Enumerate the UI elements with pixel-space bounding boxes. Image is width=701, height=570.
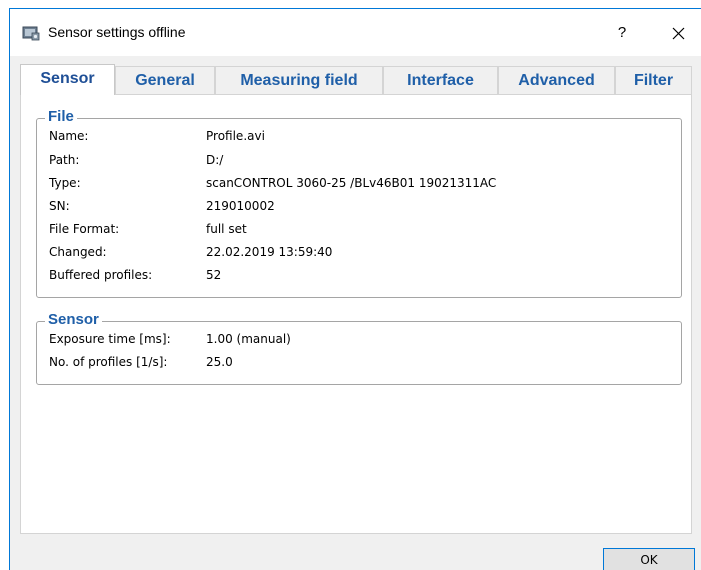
row-value: full set bbox=[206, 222, 247, 236]
row-label: Path: bbox=[49, 153, 80, 167]
file-group: File Name: Profile.avi Path: D:/ Type: s… bbox=[36, 108, 682, 298]
sensor-group: Sensor Exposure time [ms]: 1.00 (manual)… bbox=[36, 311, 682, 385]
row-label: Exposure time [ms]: bbox=[49, 332, 171, 346]
sensor-tab-panel: File Name: Profile.avi Path: D:/ Type: s… bbox=[20, 94, 692, 534]
help-button[interactable]: ? bbox=[602, 15, 642, 51]
row-value: 22.02.2019 13:59:40 bbox=[206, 245, 333, 259]
close-icon[interactable] bbox=[658, 15, 698, 51]
tab-interface[interactable]: Interface bbox=[383, 66, 498, 94]
tab-filter[interactable]: Filter bbox=[615, 66, 692, 94]
ok-button[interactable]: OK bbox=[603, 548, 695, 570]
title-bar: Sensor settings offline ? bbox=[10, 9, 701, 56]
tab-bar: Sensor General Measuring field Interface… bbox=[20, 64, 692, 95]
row-value: 219010002 bbox=[206, 199, 275, 213]
dialog-client-area: Sensor General Measuring field Interface… bbox=[10, 56, 701, 570]
row-value: 1.00 (manual) bbox=[206, 332, 291, 346]
sensor-settings-dialog: Sensor settings offline ? Sensor General… bbox=[9, 8, 701, 570]
row-value: 25.0 bbox=[206, 355, 233, 369]
window-title: Sensor settings offline bbox=[48, 24, 186, 40]
sensor-settings-icon bbox=[22, 26, 40, 41]
tab-measuring-field[interactable]: Measuring field bbox=[215, 66, 383, 94]
row-label: SN: bbox=[49, 199, 70, 213]
row-value: 52 bbox=[206, 268, 222, 282]
row-label: Changed: bbox=[49, 245, 107, 259]
row-value: scanCONTROL 3060-25 /BLv46B01 19021311AC bbox=[206, 176, 497, 190]
row-label: Type: bbox=[49, 176, 81, 190]
row-label: File Format: bbox=[49, 222, 120, 236]
tab-sensor[interactable]: Sensor bbox=[20, 64, 115, 95]
tab-advanced[interactable]: Advanced bbox=[498, 66, 615, 94]
tab-general[interactable]: General bbox=[115, 66, 215, 94]
row-label: Name: bbox=[49, 129, 89, 143]
file-group-title: File bbox=[45, 108, 77, 126]
sensor-group-title: Sensor bbox=[45, 311, 102, 329]
row-label: No. of profiles [1/s]: bbox=[49, 355, 168, 369]
row-value: Profile.avi bbox=[206, 129, 265, 143]
row-value: D:/ bbox=[206, 153, 224, 167]
row-label: Buffered profiles: bbox=[49, 268, 153, 282]
